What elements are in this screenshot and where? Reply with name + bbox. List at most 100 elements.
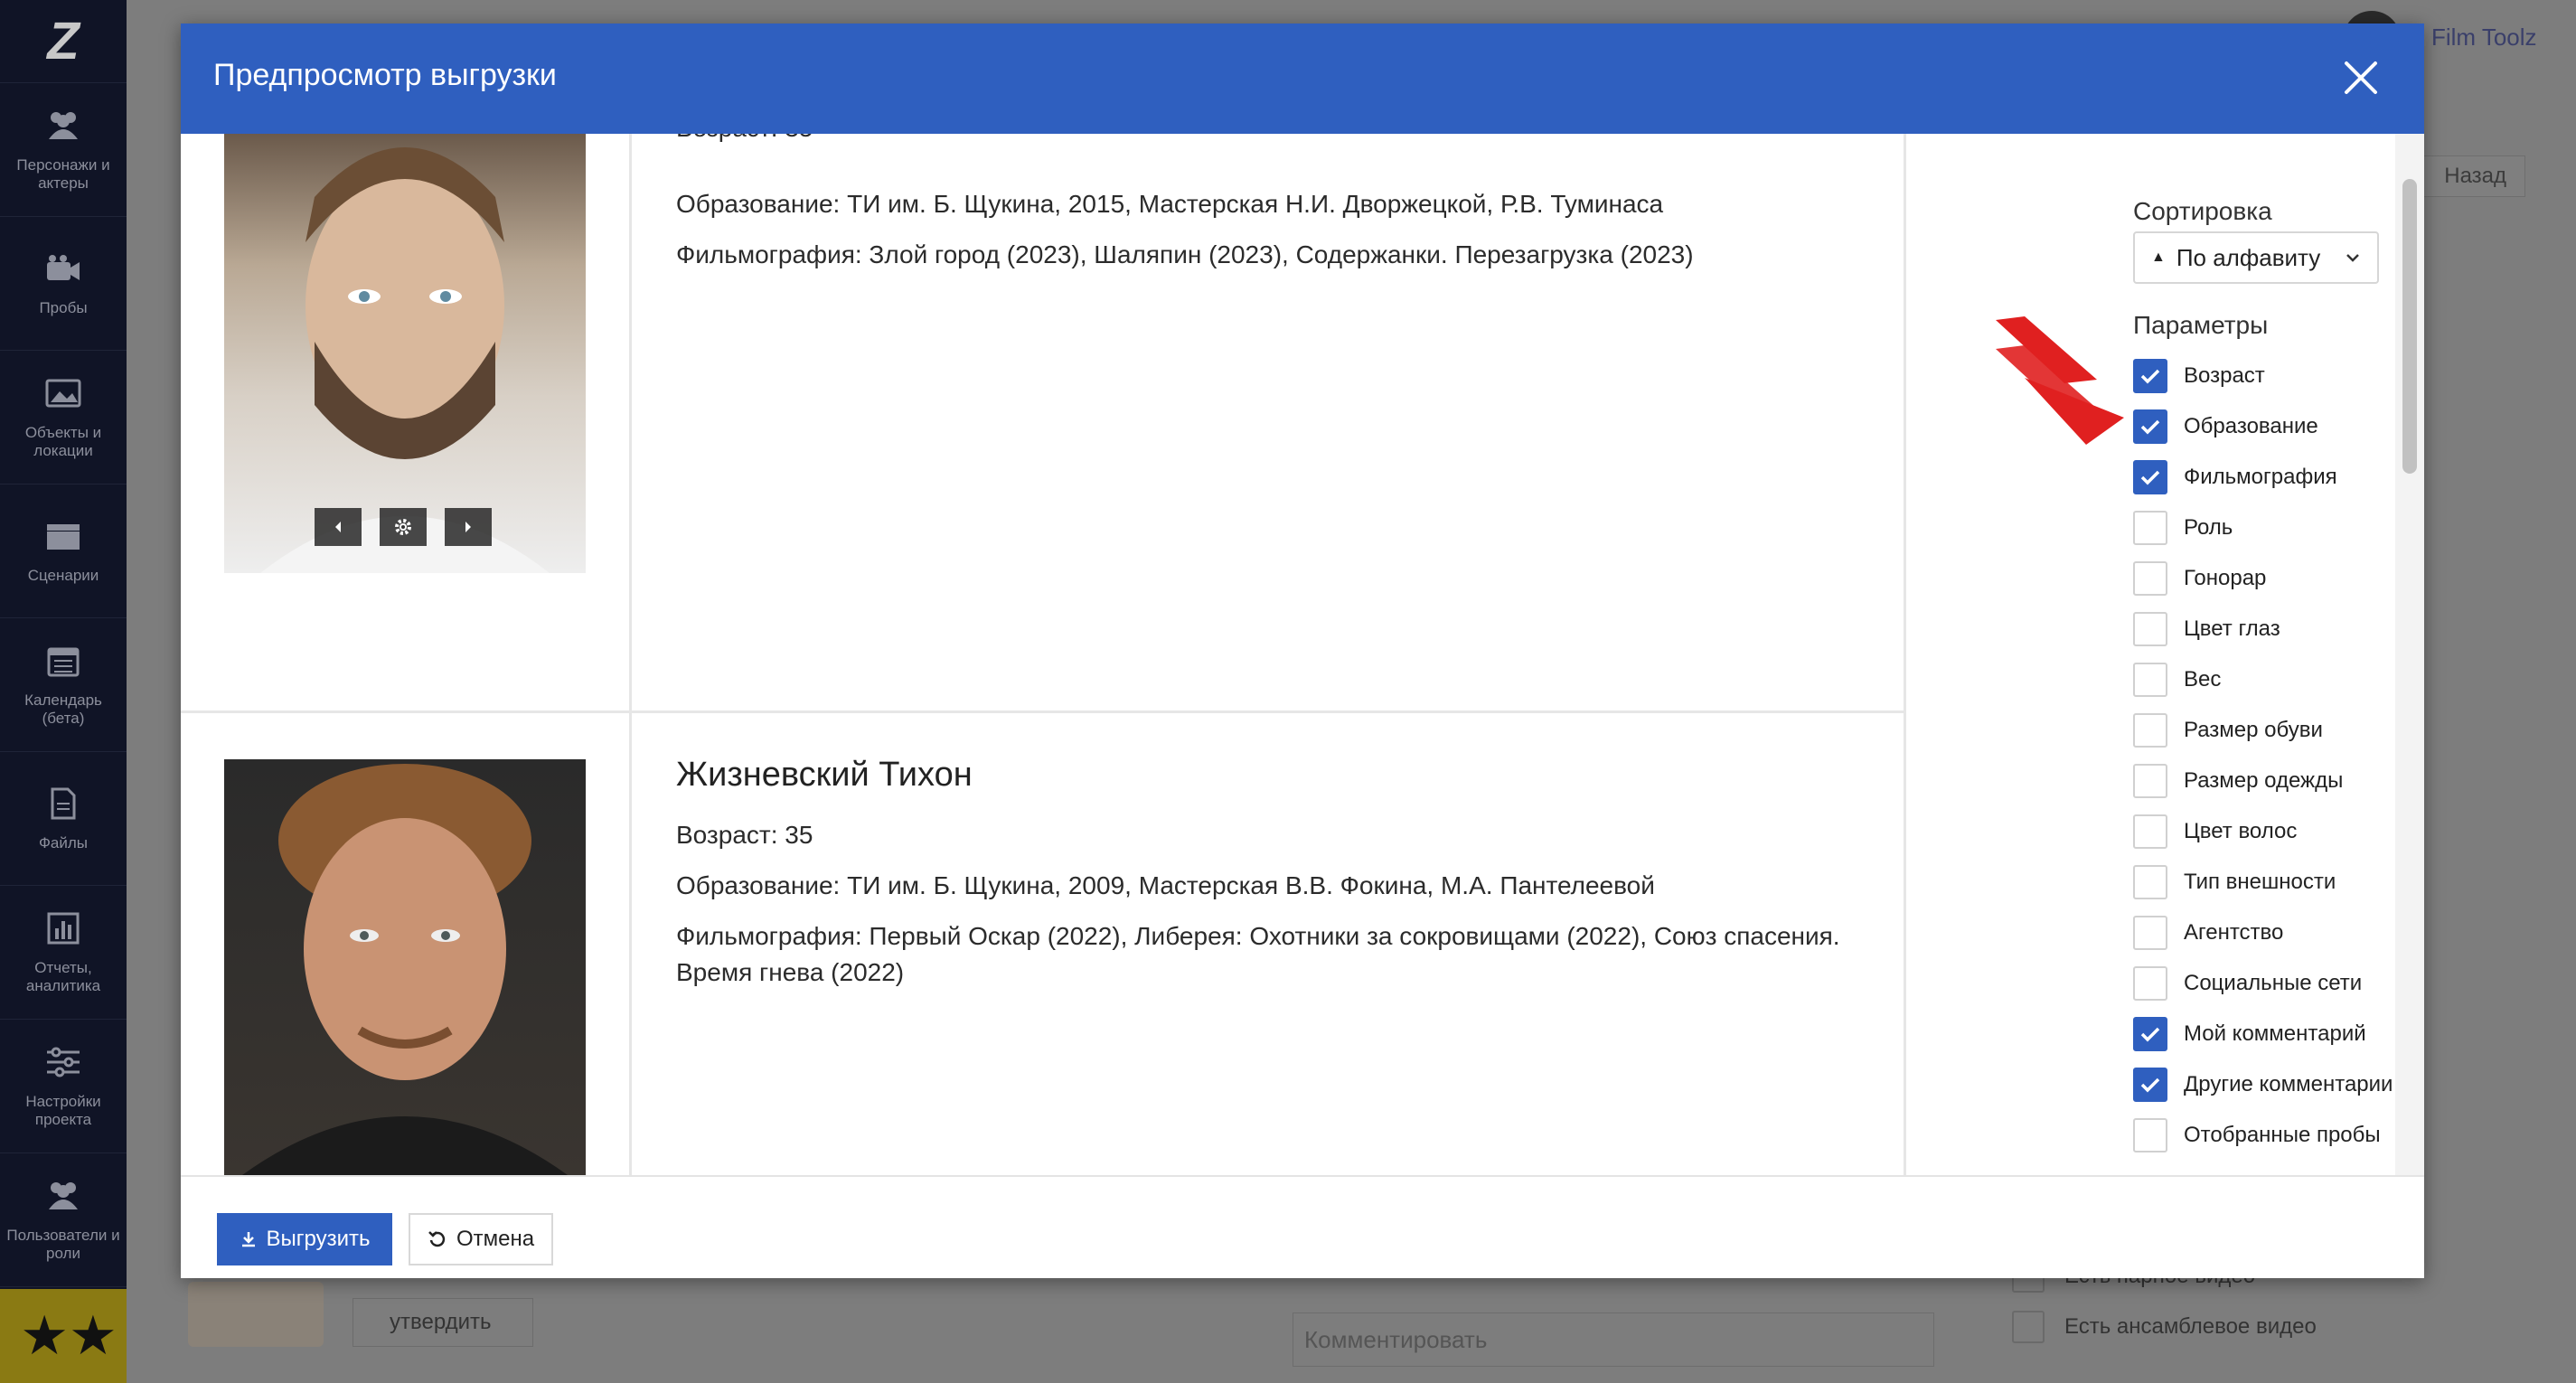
param-checkbox-row[interactable]: Другие комментарии <box>2133 1059 2393 1110</box>
param-checkbox-row[interactable]: Агентство <box>2133 908 2393 958</box>
chevron-right-icon <box>465 522 471 532</box>
sidebar-item-label: Календарь (бета) <box>24 691 102 727</box>
close-icon[interactable] <box>2341 58 2381 98</box>
sidebar-item[interactable]: Файлы <box>0 752 127 886</box>
param-label: Другие комментарии <box>2184 1072 2393 1096</box>
checkbox-checked[interactable] <box>2133 460 2167 494</box>
brand-name: Film Toolz <box>2431 24 2537 51</box>
checkbox[interactable] <box>2133 764 2167 798</box>
users-icon <box>43 1178 83 1214</box>
checkbox-checked[interactable] <box>2133 359 2167 393</box>
sidebar-item-label: Пробы <box>39 298 88 316</box>
sidebar-item-label: Настройки проекта <box>25 1092 101 1128</box>
param-checkbox-row[interactable]: Роль <box>2133 503 2393 553</box>
calendar-icon <box>43 643 83 679</box>
sidebar-item-label: Персонажи и актеры <box>16 155 110 192</box>
param-label: Фильмография <box>2184 465 2337 489</box>
checkbox[interactable] <box>2133 612 2167 646</box>
sidebar-item[interactable]: Сценарии <box>0 485 127 618</box>
gear-icon <box>395 519 411 535</box>
row-divider <box>181 710 1906 713</box>
column-divider <box>629 134 632 1175</box>
bg-checkbox-label: Есть ансамблевое видео <box>2064 1314 2317 1339</box>
actor-age: Возраст: 35 <box>676 134 1878 146</box>
sort-label: Сортировка <box>2133 197 2272 225</box>
sort-value: По алфавиту <box>2176 243 2321 271</box>
export-label: Выгрузить <box>266 1227 371 1251</box>
image-icon <box>43 375 83 411</box>
sidebar-item-label: Объекты и локации <box>24 423 102 459</box>
param-checkbox-row[interactable]: Возраст <box>2133 351 2393 401</box>
param-checkbox-row[interactable]: Цвет волос <box>2133 806 2393 857</box>
checkbox-checked[interactable] <box>2133 1068 2167 1102</box>
app-sidebar: Z Персонажи и актеры Пробы Объекты и локац… <box>0 0 127 1383</box>
checkbox[interactable] <box>2133 663 2167 697</box>
param-checkbox-row[interactable]: Фильмография <box>2133 452 2393 503</box>
sidebar-item[interactable]: Пользователи и роли <box>0 1153 127 1287</box>
export-button[interactable]: Выгрузить <box>217 1213 392 1265</box>
checkbox-checked[interactable] <box>2133 1017 2167 1051</box>
bg-checkbox-row[interactable]: Есть ансамблевое видео <box>2012 1311 2317 1343</box>
actor-age: Возраст: 35 <box>676 821 813 849</box>
photo-settings-button[interactable] <box>380 508 427 546</box>
actor-portrait-illustration <box>242 764 568 1175</box>
check-icon <box>2140 470 2160 485</box>
param-checkbox-row[interactable]: Размер одежды <box>2133 756 2393 806</box>
checkbox[interactable] <box>2133 865 2167 899</box>
param-checkbox-row[interactable]: Мой комментарий <box>2133 1009 2393 1059</box>
sidebar-item-label: Файлы <box>38 833 88 851</box>
param-checkbox-row[interactable]: Образование <box>2133 401 2393 452</box>
sidebar-item[interactable]: Объекты и локации <box>0 351 127 485</box>
checkbox[interactable] <box>2133 1118 2167 1152</box>
check-icon <box>2140 1027 2160 1042</box>
checkbox[interactable] <box>2133 511 2167 545</box>
camera-icon <box>43 250 83 287</box>
scrollbar-thumb[interactable] <box>2402 179 2417 474</box>
export-settings-panel: Сортировка ▲ По алфавиту Параметры Возра… <box>2133 134 2404 1175</box>
file-icon <box>43 786 83 822</box>
param-label: Мой комментарий <box>2184 1021 2366 1046</box>
app-logo[interactable]: Z <box>0 0 127 83</box>
param-checkbox-row[interactable]: Вес <box>2133 654 2393 705</box>
param-checkbox-row[interactable]: Отобранные пробы <box>2133 1110 2393 1161</box>
sort-select[interactable]: ▲ По алфавиту <box>2133 231 2379 284</box>
param-label: Цвет волос <box>2184 819 2298 843</box>
check-icon <box>2140 1077 2160 1093</box>
checkbox[interactable] <box>2133 966 2167 1001</box>
chevron-left-icon <box>335 522 341 532</box>
sidebar-item[interactable]: Отчеты, аналитика <box>0 886 127 1020</box>
actor-filmography: Фильмография: Злой город (2023), Шаляпин… <box>676 240 1694 268</box>
sidebar-item[interactable]: Персонажи и актеры <box>0 83 127 217</box>
chevron-down-icon <box>2346 254 2359 262</box>
checkbox[interactable] <box>2133 561 2167 596</box>
sidebar-item[interactable]: Пробы <box>0 217 127 351</box>
param-checkbox-row[interactable]: Гонорар <box>2133 553 2393 604</box>
sidebar-item-label: Пользователи и роли <box>6 1226 120 1262</box>
export-preview-modal: Предпросмотр выгрузки Образование: ТИ им… <box>181 24 2424 1278</box>
param-checkbox-row[interactable]: Социальные сети <box>2133 958 2393 1009</box>
caret-up-icon: ▲ <box>2151 249 2166 265</box>
sidebar-item-label: Сценарии <box>27 566 99 584</box>
param-checkbox-row[interactable]: Размер обуви <box>2133 705 2393 756</box>
checkbox[interactable] <box>2133 713 2167 748</box>
checkbox[interactable] <box>2133 916 2167 950</box>
approve-button[interactable]: утвердить <box>353 1298 533 1347</box>
favorites-star-icon[interactable]: ★★ <box>0 1289 137 1383</box>
checkbox[interactable] <box>2012 1311 2045 1343</box>
comment-input[interactable]: Комментировать <box>1293 1312 1934 1367</box>
prev-photo-button[interactable] <box>315 508 362 546</box>
checkbox-checked[interactable] <box>2133 409 2167 444</box>
sidebar-item[interactable]: Календарь (бета) <box>0 618 127 752</box>
next-photo-button[interactable] <box>445 508 492 546</box>
param-label: Агентство <box>2184 920 2284 945</box>
clapperboard-icon <box>43 518 83 554</box>
param-checkbox-row[interactable]: Тип внешности <box>2133 857 2393 908</box>
param-checkbox-row[interactable]: Цвет глаз <box>2133 604 2393 654</box>
cancel-button[interactable]: Отмена <box>409 1213 553 1265</box>
checkbox[interactable] <box>2133 814 2167 849</box>
photo-nav <box>315 508 492 546</box>
red-arrow-icon <box>1996 316 2124 445</box>
modal-header: Предпросмотр выгрузки <box>181 24 2424 134</box>
sidebar-item[interactable]: Настройки проекта <box>0 1020 127 1153</box>
modal-footer: Выгрузить Отмена <box>181 1175 2424 1278</box>
